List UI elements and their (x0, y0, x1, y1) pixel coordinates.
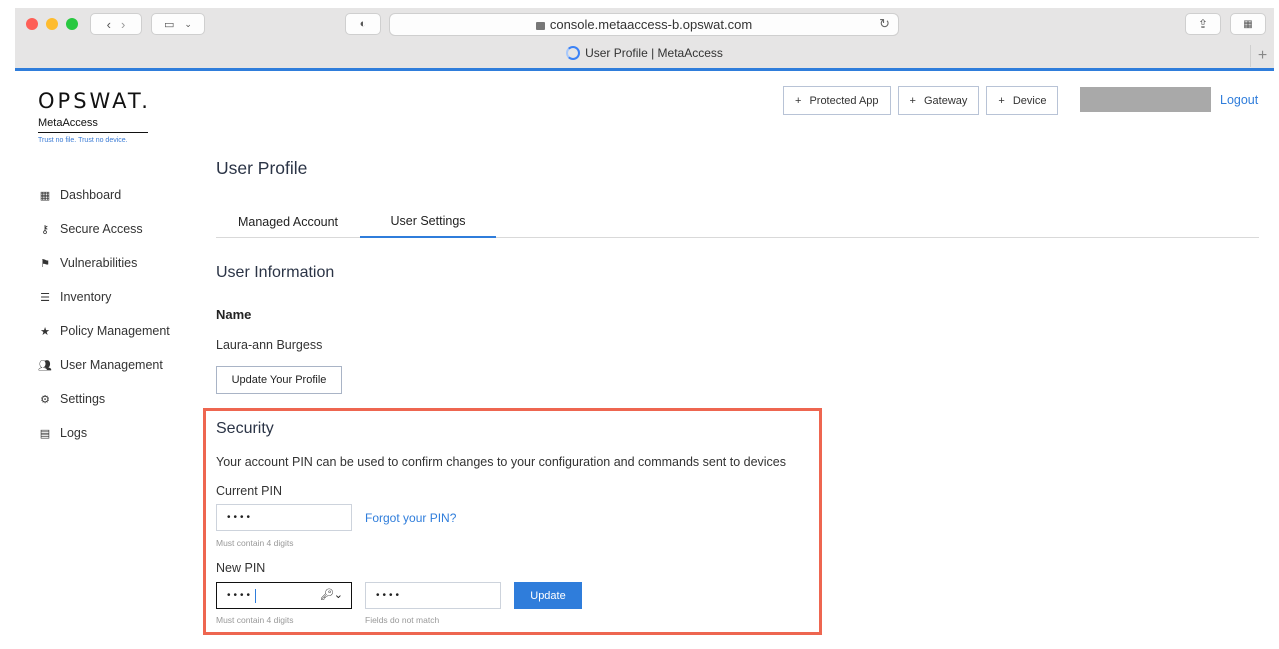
sidebar-item-label: Dashboard (60, 188, 122, 202)
sidebar-item-inventory[interactable]: ☰ Inventory (38, 280, 170, 314)
grid-icon: ▦ (39, 189, 51, 202)
sidebar-item-policy-management[interactable]: ★ Policy Management (38, 314, 170, 348)
sidebar-icon: ▭ (164, 18, 175, 31)
loading-spinner-icon (566, 46, 581, 60)
sidebar-item-logs[interactable]: ▤ Logs (38, 416, 170, 450)
share-icon: ⇪ (1197, 17, 1209, 31)
redacted-account-name[interactable] (1080, 87, 1211, 112)
share-button[interactable]: ⇪ (1185, 13, 1221, 35)
list-icon: ☰ (40, 291, 50, 304)
add-protected-app-button[interactable]: + Protected App (783, 86, 891, 115)
add-gateway-button[interactable]: + Gateway (897, 86, 980, 115)
tab-title-text: User Profile | MetaAccess (585, 46, 723, 60)
reload-icon[interactable]: ↻ (879, 16, 890, 32)
header-actions: + Protected App + Gateway + Device (783, 86, 1059, 115)
browser-window: ‹ › ▭ ⌄ ◐ console.metaaccess-b.opswat.co… (15, 8, 1274, 649)
plus-icon: + (795, 94, 802, 107)
sidebar-nav: ▦ Dashboard ⚷ Secure Access ⚑ Vulnerabil… (38, 178, 170, 450)
sidebar-item-label: Secure Access (60, 222, 143, 236)
back-icon[interactable]: ‹ (107, 17, 111, 32)
sidebar-toggle-button[interactable]: ▭ ⌄ (151, 13, 205, 35)
sidebar-item-label: Settings (60, 392, 106, 406)
security-highlight-box (203, 408, 822, 635)
sidebar-item-secure-access[interactable]: ⚷ Secure Access (38, 212, 170, 246)
forward-icon[interactable]: › (121, 17, 125, 32)
key-icon: ⚷ (40, 223, 50, 236)
plus-icon: + (998, 94, 1005, 107)
sidebar-item-settings[interactable]: ⚙ Settings (38, 382, 170, 416)
logout-link[interactable]: Logout (1220, 93, 1258, 107)
address-bar[interactable]: console.metaaccess-b.opswat.com ↻ (389, 13, 899, 36)
new-tab-button[interactable]: + (1250, 45, 1274, 67)
logo-product: MetaAccess (38, 117, 148, 133)
opswat-logo[interactable]: OPSWAT. MetaAccess Trust no file. Trust … (38, 89, 151, 144)
tab-user-settings[interactable]: User Settings (360, 206, 496, 238)
maximize-window-button[interactable] (66, 18, 78, 30)
sidebar-item-label: User Management (60, 358, 163, 372)
star-icon: ★ (40, 325, 50, 338)
logo-tagline: Trust no file. Trust no device. (38, 137, 128, 144)
chevron-down-icon: ⌄ (184, 18, 192, 29)
url-text: console.metaaccess-b.opswat.com (549, 17, 753, 32)
logo-brand: OPSWAT. (38, 89, 151, 113)
action-label: Gateway (923, 94, 968, 107)
action-label: Device (1012, 94, 1047, 107)
close-window-button[interactable] (26, 18, 38, 30)
name-label: Name (216, 307, 252, 322)
window-controls (26, 18, 78, 30)
active-tab[interactable]: User Profile | MetaAccess (15, 46, 1274, 60)
gear-icon: ⚙ (40, 393, 50, 406)
shield-icon: ◐ (359, 18, 367, 30)
add-device-button[interactable]: + Device (986, 86, 1059, 115)
minimize-window-button[interactable] (46, 18, 58, 30)
sidebar-item-label: Logs (60, 426, 88, 440)
sidebar-item-dashboard[interactable]: ▦ Dashboard (38, 178, 170, 212)
plus-icon: + (909, 94, 916, 107)
flag-icon: ⚑ (40, 257, 50, 270)
sidebar-item-label: Policy Management (60, 324, 170, 338)
page-load-progress (15, 68, 1274, 71)
back-forward-buttons[interactable]: ‹ › (90, 13, 142, 35)
update-profile-button[interactable]: Update Your Profile (216, 366, 342, 394)
tab-managed-account[interactable]: Managed Account (216, 206, 360, 238)
profile-tabs: Managed Account User Settings (216, 206, 1259, 238)
clipboard-icon: ▤ (39, 427, 51, 440)
tab-overview-button[interactable]: ▦ (1230, 13, 1266, 35)
sidebar-item-label: Inventory (60, 290, 112, 304)
sidebar-item-user-management[interactable]: 👥︎ User Management (38, 348, 170, 382)
users-icon: 👥︎ (38, 359, 52, 372)
browser-toolbar: ‹ › ▭ ⌄ ◐ console.metaaccess-b.opswat.co… (15, 8, 1274, 70)
user-information-heading: User Information (216, 264, 335, 281)
action-label: Protected App (809, 94, 879, 107)
sidebar-item-label: Vulnerabilities (60, 256, 138, 270)
name-value: Laura-ann Burgess (216, 338, 323, 352)
page-title: User Profile (216, 158, 308, 178)
sidebar-item-vulnerabilities[interactable]: ⚑ Vulnerabilities (38, 246, 170, 280)
grid-icon: ▦ (1243, 18, 1253, 30)
lock-icon (535, 21, 545, 30)
privacy-button[interactable]: ◐ (345, 13, 381, 35)
